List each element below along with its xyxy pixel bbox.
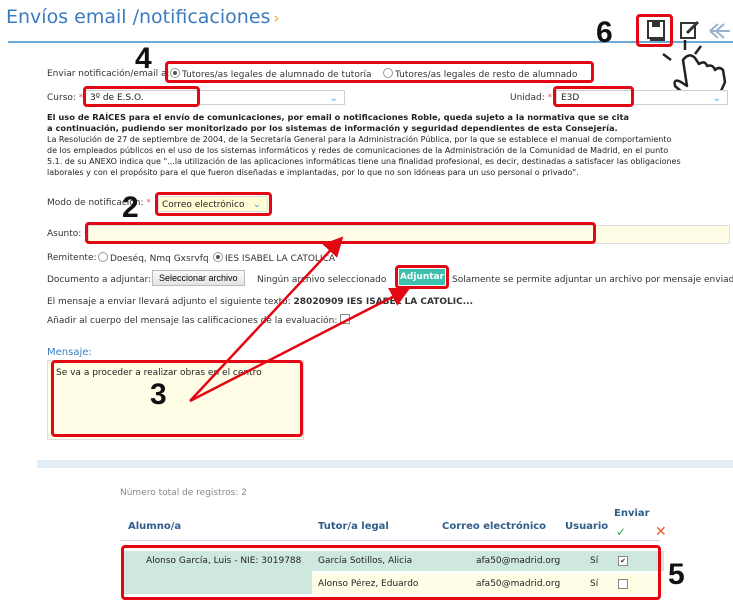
header-usuario: Usuario [565,521,609,532]
total-records: Número total de registros: 2 [120,488,247,498]
header-enviar: Enviar [614,508,650,519]
header-alumno: Alumno/a [128,521,182,532]
callout-6: 6 [596,16,613,49]
callout-5: 5 [668,558,685,591]
annotation-box-5 [121,545,661,600]
check-icon[interactable]: ✓ [616,525,626,539]
header-tutor: Tutor/a legal [318,521,389,532]
close-icon[interactable]: ✕ [655,524,667,540]
header-correo: Correo electrónico [442,521,547,532]
section-divider [37,460,733,468]
table-header-divider [120,540,660,541]
